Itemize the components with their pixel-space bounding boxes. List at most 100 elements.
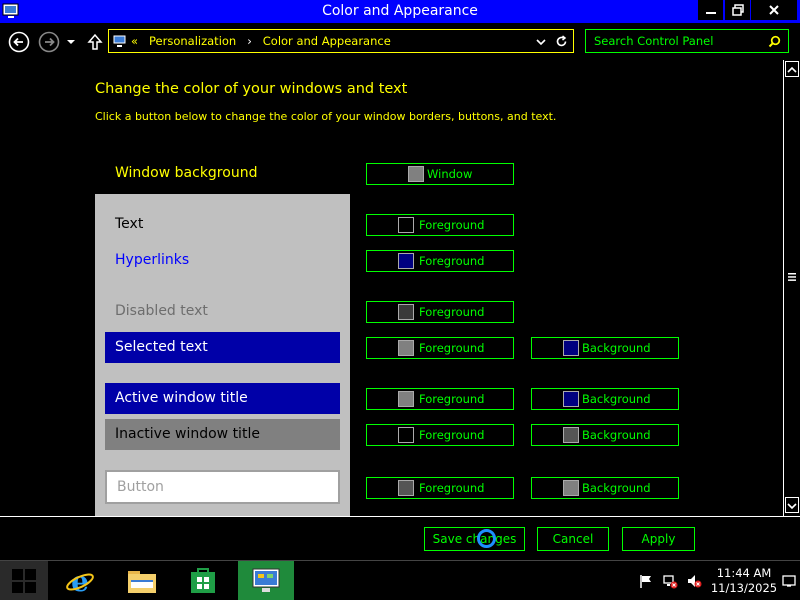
chevron-down-icon[interactable]: [535, 36, 547, 48]
text-foreground-button[interactable]: Foreground: [366, 214, 514, 236]
apply-button[interactable]: Apply: [622, 527, 695, 551]
background-label: Background: [582, 481, 651, 495]
inactive-title-foreground-button[interactable]: Foreground: [366, 424, 514, 446]
inactive-title-label: Inactive window title: [115, 426, 260, 442]
dialog-action-bar: Save changes Cancel Apply: [0, 516, 800, 560]
hyperlinks-foreground-button[interactable]: Foreground: [366, 250, 514, 272]
color-swatch: [398, 340, 414, 356]
store-icon: [191, 568, 215, 593]
window-button-label: Window: [427, 167, 473, 181]
close-icon: [769, 5, 779, 15]
selected-text-sample: Selected text: [105, 332, 340, 363]
system-clock[interactable]: 11:44 AM 11/13/2025: [705, 566, 783, 596]
scroll-up-button[interactable]: [785, 61, 799, 77]
refresh-icon[interactable]: [555, 35, 568, 48]
color-swatch: [563, 480, 579, 496]
search-input[interactable]: Search Control Panel: [585, 29, 789, 53]
close-button[interactable]: [751, 0, 797, 20]
window-color-button[interactable]: Window: [366, 163, 514, 185]
color-swatch: [398, 391, 414, 407]
color-swatch: [408, 166, 424, 182]
foreground-label: Foreground: [419, 305, 485, 319]
minimize-button[interactable]: [698, 0, 723, 20]
network-disconnected-icon[interactable]: [662, 573, 678, 589]
color-preview-panel: Text Hyperlinks Disabled text Selected t…: [95, 194, 350, 516]
control-panel-icon: [252, 568, 280, 592]
chevron-up-icon: [787, 66, 797, 73]
control-panel-icon: [112, 34, 127, 47]
chevron-down-icon: [787, 503, 797, 510]
scroll-down-button[interactable]: [785, 497, 799, 513]
page-heading: Change the color of your windows and tex…: [95, 81, 408, 97]
clock-date: 11/13/2025: [710, 581, 778, 595]
background-label: Background: [582, 428, 651, 442]
windows-logo-icon: [12, 569, 36, 593]
active-title-background-button[interactable]: Background: [531, 388, 679, 410]
color-swatch: [398, 253, 414, 269]
breadcrumb-personalization[interactable]: Personalization: [149, 34, 236, 48]
clock-time: 11:44 AM: [716, 566, 772, 580]
window-title: Color and Appearance: [322, 3, 478, 19]
button-sample-label: Button: [117, 479, 164, 495]
button-background-button[interactable]: Background: [531, 477, 679, 499]
search-icon[interactable]: [768, 35, 781, 48]
taskbar-file-explorer[interactable]: [114, 561, 170, 600]
disabled-text-foreground-button[interactable]: Foreground: [366, 301, 514, 323]
button-sample: Button: [105, 470, 340, 504]
color-swatch: [563, 427, 579, 443]
recent-pages-dropdown-icon[interactable]: [64, 31, 78, 53]
window-background-label: Window background: [115, 165, 258, 181]
save-changes-button[interactable]: Save changes: [424, 527, 525, 551]
address-bar[interactable]: « Personalization › Color and Appearance: [108, 29, 574, 53]
color-swatch: [398, 427, 414, 443]
active-window-title-sample: Active window title: [105, 383, 340, 414]
svg-text:e: e: [71, 565, 89, 597]
mouse-cursor-indicator: [477, 529, 496, 548]
title-bar: Color and Appearance: [0, 0, 800, 23]
hyperlinks-sample: Hyperlinks: [115, 252, 190, 268]
selected-text-label: Selected text: [115, 339, 208, 355]
active-title-label: Active window title: [115, 390, 248, 406]
foreground-label: Foreground: [419, 254, 485, 268]
restore-icon: [731, 4, 744, 16]
color-swatch: [563, 340, 579, 356]
volume-muted-icon[interactable]: [686, 573, 702, 589]
selected-text-background-button[interactable]: Background: [531, 337, 679, 359]
cancel-button[interactable]: Cancel: [537, 527, 609, 551]
start-button[interactable]: [0, 561, 48, 600]
text-sample: Text: [115, 216, 144, 232]
restore-button[interactable]: [725, 0, 750, 20]
color-swatch: [398, 304, 414, 320]
internet-explorer-icon: e: [66, 565, 94, 597]
scroll-thumb-grip-icon[interactable]: [788, 272, 796, 282]
active-title-foreground-button[interactable]: Foreground: [366, 388, 514, 410]
foreground-label: Foreground: [419, 428, 485, 442]
taskbar-internet-explorer[interactable]: e: [52, 561, 108, 600]
vertical-scrollbar[interactable]: [783, 60, 800, 516]
show-desktop-icon[interactable]: [782, 574, 796, 588]
forward-arrow-icon[interactable]: [38, 31, 60, 53]
color-swatch: [563, 391, 579, 407]
inactive-window-title-sample: Inactive window title: [105, 419, 340, 450]
breadcrumb-color-and-appearance[interactable]: Color and Appearance: [263, 34, 391, 48]
selected-text-foreground-button[interactable]: Foreground: [366, 337, 514, 359]
disabled-text-sample: Disabled text: [115, 303, 208, 319]
taskbar: e 11:44 AM 11/13/2025: [0, 560, 800, 600]
action-center-flag-icon[interactable]: [638, 573, 654, 589]
search-placeholder: Search Control Panel: [594, 34, 714, 48]
up-arrow-icon[interactable]: [86, 31, 104, 53]
page-subheading: Click a button below to change the color…: [95, 110, 557, 123]
navigation-bar: « Personalization › Color and Appearance…: [0, 23, 800, 60]
foreground-label: Foreground: [419, 481, 485, 495]
back-arrow-icon[interactable]: [8, 31, 30, 53]
taskbar-store[interactable]: [176, 561, 232, 600]
button-foreground-button[interactable]: Foreground: [366, 477, 514, 499]
inactive-title-background-button[interactable]: Background: [531, 424, 679, 446]
taskbar-control-panel[interactable]: [238, 561, 294, 600]
background-label: Background: [582, 392, 651, 406]
minimize-icon: [705, 12, 716, 14]
breadcrumb-overflow[interactable]: «: [131, 34, 138, 48]
color-swatch: [398, 217, 414, 233]
breadcrumb-separator[interactable]: ›: [247, 34, 252, 48]
foreground-label: Foreground: [419, 341, 485, 355]
